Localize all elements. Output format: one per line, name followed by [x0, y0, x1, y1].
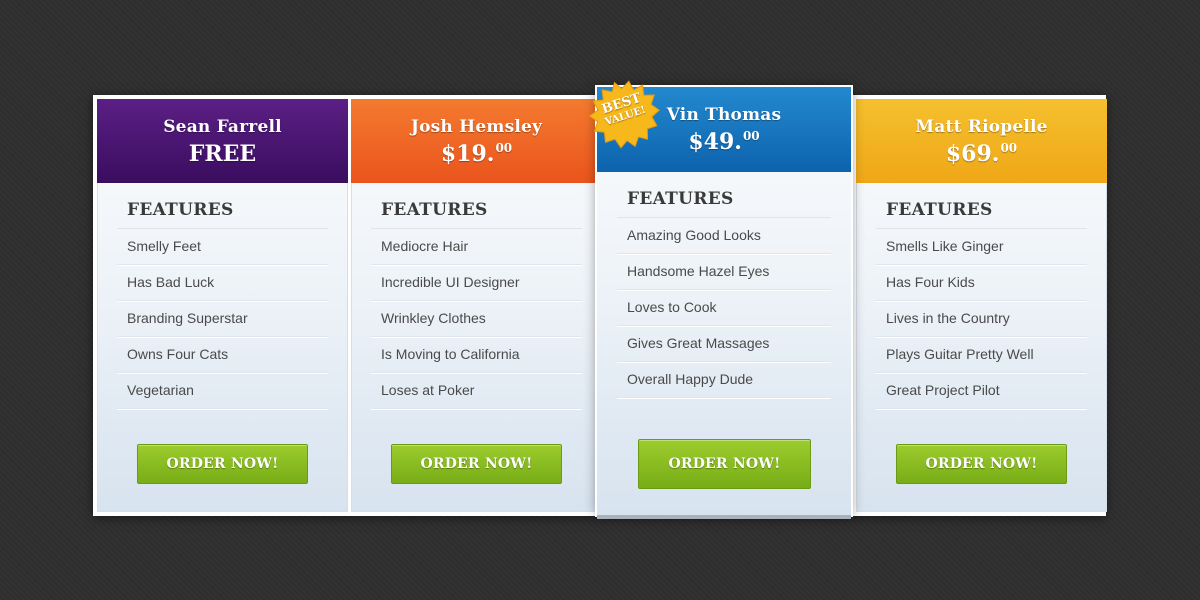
- feature-item: Is Moving to California: [371, 337, 582, 373]
- features-heading: FEATURES: [117, 200, 328, 229]
- plan-price: $69.00: [856, 141, 1107, 167]
- plan-card-vin-thomas: BEST VALUE! Vin Thomas $49.00 FEATURES A…: [588, 80, 851, 519]
- plan-header: Matt Riopelle $69.00: [856, 99, 1107, 183]
- plan-header: Sean Farrell FREE: [97, 99, 348, 183]
- feature-item: Gives Great Massages: [617, 326, 831, 362]
- price-amount: $69.: [945, 141, 1000, 167]
- feature-item: Has Four Kids: [876, 265, 1087, 301]
- feature-item: Loses at Poker: [371, 373, 582, 409]
- plan-card-josh-hemsley: Josh Hemsley $19.00 FEATURES Mediocre Ha…: [351, 99, 602, 512]
- price-amount: $19.: [440, 141, 495, 167]
- feature-item: Great Project Pilot: [876, 373, 1087, 409]
- feature-item: Lives in the Country: [876, 301, 1087, 337]
- feature-item: Branding Superstar: [117, 301, 328, 337]
- feature-item: Owns Four Cats: [117, 337, 328, 373]
- order-now-button[interactable]: ORDER NOW!: [137, 444, 308, 484]
- feature-item: Amazing Good Looks: [617, 218, 831, 254]
- feature-item: Vegetarian: [117, 373, 328, 409]
- feature-item: Handsome Hazel Eyes: [617, 254, 831, 290]
- price-amount: FREE: [188, 141, 257, 167]
- features-heading: FEATURES: [371, 200, 582, 229]
- plan-name: Matt Riopelle: [915, 117, 1048, 137]
- price-cents: 00: [495, 141, 513, 155]
- plan-name: Sean Farrell: [163, 117, 282, 137]
- features-list: Mediocre Hair Incredible UI Designer Wri…: [371, 229, 582, 409]
- feature-item: Mediocre Hair: [371, 229, 582, 265]
- plan-price: FREE: [97, 141, 348, 167]
- feature-item: Overall Happy Dude: [617, 362, 831, 398]
- order-now-button[interactable]: ORDER NOW!: [638, 439, 811, 489]
- feature-item: Loves to Cook: [617, 290, 831, 326]
- feature-item: Wrinkley Clothes: [371, 301, 582, 337]
- price-cents: 00: [1000, 141, 1018, 155]
- plan-card-sean-farrell: Sean Farrell FREE FEATURES Smelly Feet H…: [97, 99, 348, 512]
- feature-item: Smells Like Ginger: [876, 229, 1087, 265]
- plan-header: Josh Hemsley $19.00: [351, 99, 602, 183]
- order-now-button[interactable]: ORDER NOW!: [896, 444, 1067, 484]
- feature-item: Plays Guitar Pretty Well: [876, 337, 1087, 373]
- features-heading: FEATURES: [617, 189, 831, 218]
- feature-item: Incredible UI Designer: [371, 265, 582, 301]
- feature-item: Has Bad Luck: [117, 265, 328, 301]
- plan-name: Josh Hemsley: [410, 117, 543, 137]
- features-list: Amazing Good Looks Handsome Hazel Eyes L…: [617, 218, 831, 398]
- order-now-button[interactable]: ORDER NOW!: [391, 444, 562, 484]
- features-list: Smelly Feet Has Bad Luck Branding Supers…: [117, 229, 328, 409]
- pricing-table: Sean Farrell FREE FEATURES Smelly Feet H…: [93, 80, 1107, 519]
- price-cents: 00: [742, 129, 760, 143]
- price-amount: $49.: [688, 129, 742, 155]
- features-heading: FEATURES: [876, 200, 1087, 229]
- plan-card-matt-riopelle: Matt Riopelle $69.00 FEATURES Smells Lik…: [856, 99, 1107, 512]
- feature-item: Smelly Feet: [117, 229, 328, 265]
- features-list: Smells Like Ginger Has Four Kids Lives i…: [876, 229, 1087, 409]
- plan-price: $19.00: [351, 141, 602, 167]
